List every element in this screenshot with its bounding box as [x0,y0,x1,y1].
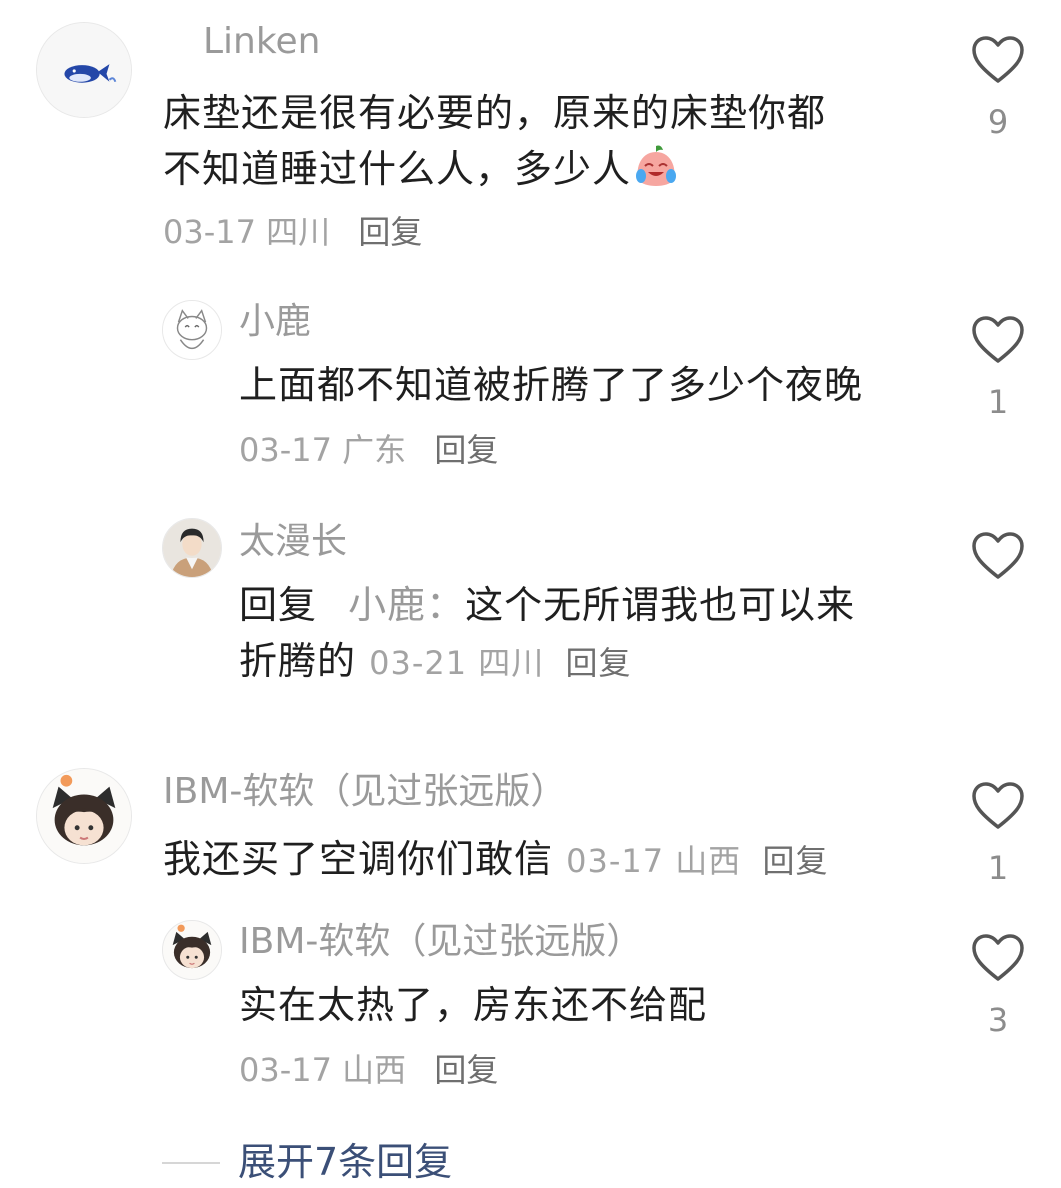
heart-icon [972,934,1024,981]
like-count: 1 [987,849,1009,887]
like-button[interactable]: 1 [966,314,1030,424]
heart-icon [972,36,1024,83]
commenter-name[interactable]: IBM-软软（见过张远版） [163,770,566,814]
comment-location: 山西 [675,842,742,880]
heart-icon [972,316,1024,363]
like-count: 1 [987,383,1009,421]
avatar-cartoon-cat[interactable] [162,300,222,360]
comment-date: 03-21 [369,644,468,682]
heart-icon [972,782,1024,829]
comment-date: 03-17 [163,213,256,251]
like-button[interactable]: 3 [966,932,1030,1042]
reply-button[interactable]: 回复 [565,644,631,682]
avatar-cat-ear-boy[interactable] [162,920,222,980]
reply-colon: ： [426,583,466,627]
comment-meta: 03-21 四川 回复 [369,644,631,682]
like-button[interactable] [966,530,1030,596]
avatar-anime-boy[interactable] [162,518,222,578]
reply-button[interactable]: 回复 [762,842,828,880]
comment-text-line: 我还买了空调你们敢信 [163,837,554,881]
comment-meta: 03-17 四川 回复 [163,212,422,252]
comment-text: 不知道睡过什么人，多少人 [163,140,681,198]
cartoon-cat-icon [163,301,221,359]
anime-boy-icon [163,519,221,577]
like-button[interactable]: 1 [966,780,1030,890]
comment-text-line: 这个无所谓我也可以来 [465,583,856,627]
comment-location: 山西 [342,1051,407,1089]
comment-meta: 03-17 广东 回复 [239,430,498,470]
like-count: 3 [987,1001,1009,1039]
comment-text: 实在太热了，房东还不给配 [239,983,708,1027]
expand-divider [162,1162,220,1164]
commenter-name[interactable]: 太漫长 [239,520,347,564]
expand-replies-button[interactable]: 展开7条回复 [238,1136,452,1188]
commenter-name[interactable]: 小鹿 [239,300,311,344]
like-count: 9 [987,103,1009,141]
comment-date: 03-17 [239,431,332,469]
commenter-name[interactable]: Linken [203,20,320,64]
comment-text-line: 床垫还是很有必要的，原来的床垫你都 [163,91,827,135]
commenter-name[interactable]: IBM-软软（见过张远版） [239,920,642,964]
avatar-cat-ear-boy[interactable] [36,768,132,864]
reply-button[interactable]: 回复 [434,431,498,469]
comment-text-line: 不知道睡过什么人，多少人 [163,147,632,191]
comment-date: 03-17 [239,1051,332,1089]
reply-button[interactable]: 回复 [358,213,422,251]
comment-text: 上面都不知道被折腾了了多少个夜晚 [239,363,864,407]
comment-text-line: 折腾的 [239,639,357,683]
comment-location: 四川 [266,213,331,251]
crying-laughing-peach-emoji [636,145,677,186]
comment-location: 广东 [342,431,407,469]
comment-text: 折腾的 03-21 四川 回复 [239,632,631,692]
comment-text: 床垫还是很有必要的，原来的床垫你都 [163,84,826,142]
comment-meta: 03-17 山西 回复 [566,842,828,880]
comment-date: 03-17 [566,842,665,880]
cat-ear-boy-icon [37,769,131,863]
reply-to-user[interactable]: 小鹿 [348,583,426,627]
reply-button[interactable]: 回复 [434,1051,498,1089]
comment-text: 回复 小鹿：这个无所谓我也可以来 [239,576,855,634]
like-button[interactable]: 9 [966,34,1030,144]
heart-icon [972,532,1024,579]
cat-ear-boy-icon [163,921,221,979]
comment-text: 我还买了空调你们敢信 03-17 山西 回复 [163,830,828,890]
avatar-whale[interactable] [36,22,132,118]
reply-prefix: 回复 [239,583,318,627]
comment-meta: 03-17 山西 回复 [239,1050,498,1090]
whale-icon [37,23,131,117]
comment-location: 四川 [478,644,545,682]
